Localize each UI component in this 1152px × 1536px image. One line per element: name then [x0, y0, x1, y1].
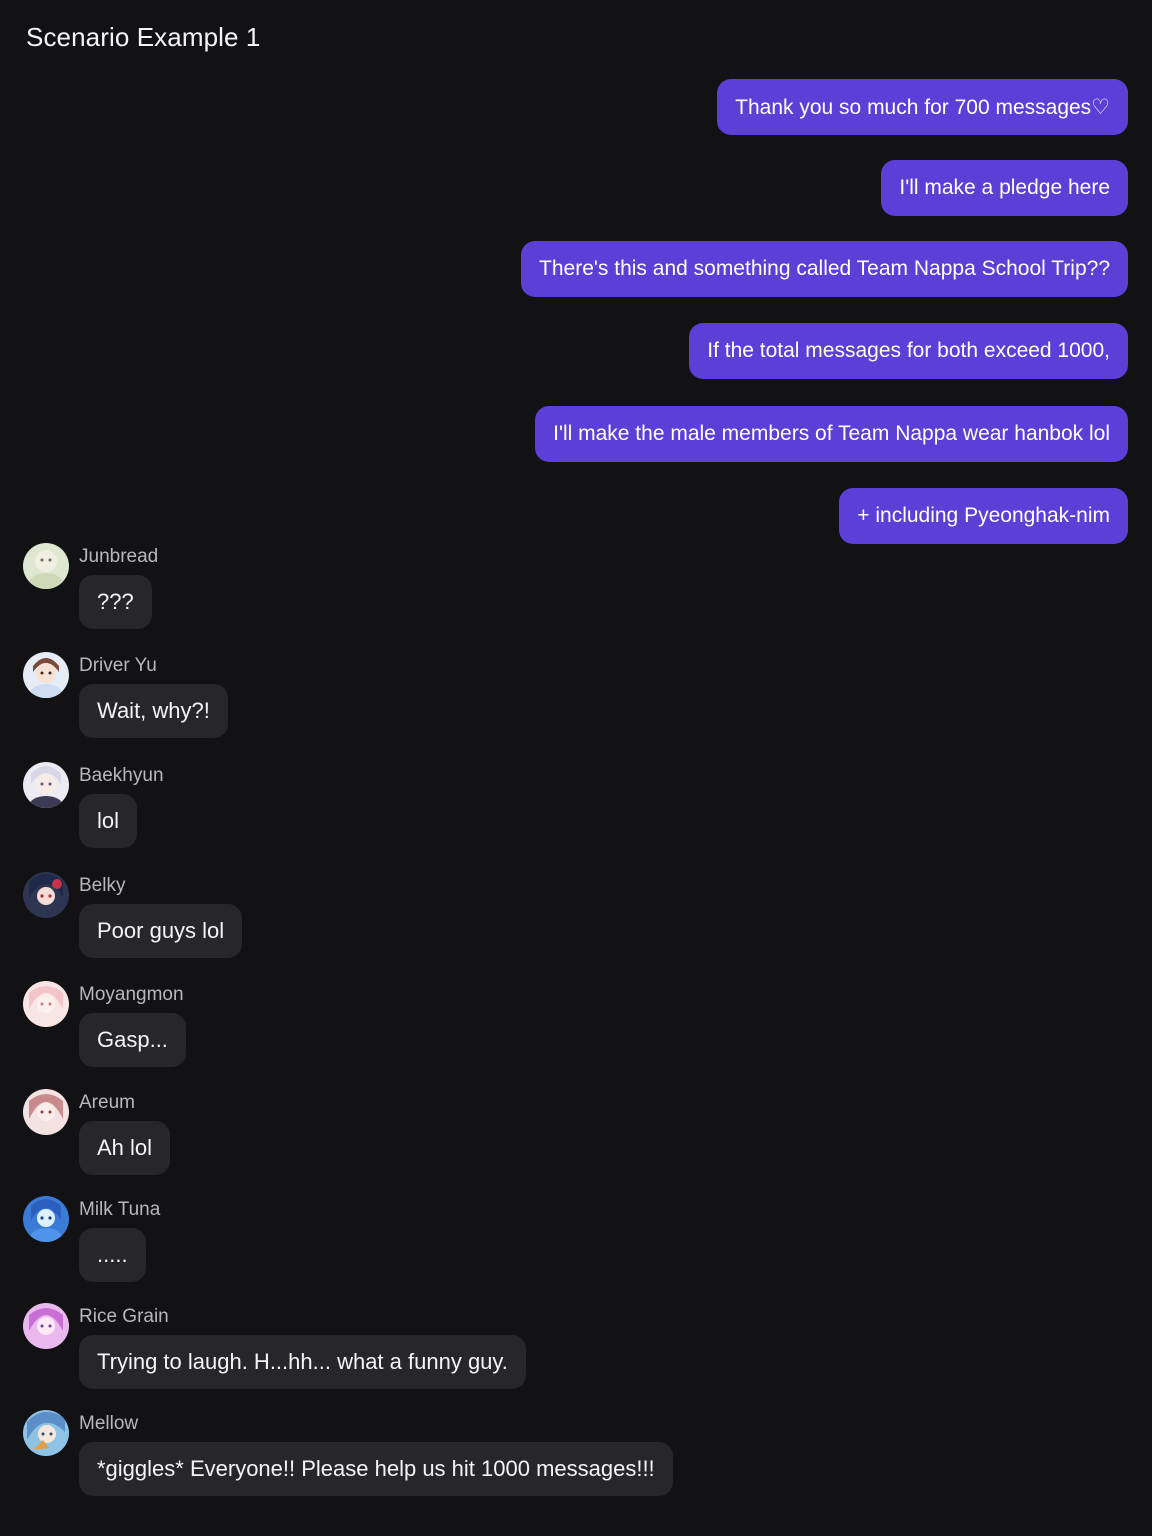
sender-name: Areum [79, 1092, 135, 1113]
message-text: There's this and something called Team N… [539, 257, 1110, 280]
incoming-message-bubble[interactable]: Poor guys lol [79, 904, 243, 958]
avatar-icon[interactable] [23, 543, 69, 589]
avatar-icon[interactable] [23, 1196, 69, 1242]
sender-name: Junbread [79, 546, 159, 567]
incoming-message: Moyangmon Gasp... [23, 981, 1123, 1081]
message-text: Gasp... [97, 1027, 168, 1052]
message-text: lol [97, 808, 120, 833]
incoming-message: Belky Poor guys lol [23, 872, 1123, 972]
incoming-message-bubble[interactable]: lol [79, 794, 138, 848]
message-text: If the total messages for both exceed 10… [707, 339, 1110, 362]
message-text: ..... [97, 1242, 128, 1267]
sender-name: Baekhyun [79, 765, 164, 786]
avatar-icon[interactable] [23, 1410, 69, 1456]
message-text: Ah lol [97, 1135, 153, 1160]
sender-name: Moyangmon [79, 984, 184, 1005]
incoming-message-bubble[interactable]: Trying to laugh. H...hh... what a funny … [79, 1335, 526, 1389]
incoming-message-bubble[interactable]: Wait, why?! [79, 684, 228, 738]
sender-name: Driver Yu [79, 655, 157, 676]
page-title: Scenario Example 1 [26, 22, 261, 52]
incoming-message-bubble[interactable]: Ah lol [79, 1121, 171, 1175]
outgoing-message-bubble[interactable]: I'll make a pledge here [881, 160, 1128, 216]
message-text: + including Pyeonghak-nim [857, 504, 1110, 527]
outgoing-message-bubble[interactable]: If the total messages for both exceed 10… [689, 323, 1128, 379]
incoming-message-bubble[interactable]: Gasp... [79, 1013, 186, 1067]
incoming-message: Milk Tuna ..... [23, 1196, 1123, 1296]
incoming-message-bubble[interactable]: *giggles* Everyone!! Please help us hit … [79, 1442, 673, 1496]
incoming-message: Rice Grain Trying to laugh. H...hh... wh… [23, 1303, 1123, 1403]
message-text: Poor guys lol [97, 918, 225, 943]
message-text: Thank you so much for 700 messages♡ [735, 95, 1110, 119]
message-text: *giggles* Everyone!! Please help us hit … [97, 1456, 655, 1481]
incoming-message-bubble[interactable]: ..... [79, 1228, 146, 1282]
sender-name: Rice Grain [79, 1306, 169, 1327]
avatar-icon[interactable] [23, 981, 69, 1027]
sender-name: Belky [79, 875, 126, 896]
outgoing-message-bubble[interactable]: There's this and something called Team N… [521, 241, 1128, 297]
avatar-icon[interactable] [23, 872, 69, 918]
sender-name: Milk Tuna [79, 1199, 161, 1220]
incoming-message: Areum Ah lol [23, 1089, 1123, 1189]
outgoing-message-bubble[interactable]: Thank you so much for 700 messages♡ [717, 79, 1128, 135]
incoming-message: Baekhyun lol [23, 762, 1123, 862]
chat-screen: Scenario Example 1 Thank you so much for… [0, 0, 1152, 1536]
message-text: I'll make the male members of Team Nappa… [553, 422, 1110, 445]
outgoing-message-bubble[interactable]: + including Pyeonghak-nim [839, 488, 1128, 544]
avatar-icon[interactable] [23, 762, 69, 808]
outgoing-message-bubble[interactable]: I'll make the male members of Team Nappa… [535, 406, 1128, 462]
message-text: Trying to laugh. H...hh... what a funny … [97, 1349, 508, 1374]
message-text: Wait, why?! [97, 698, 210, 723]
incoming-message: Driver Yu Wait, why?! [23, 652, 1123, 752]
avatar-icon[interactable] [23, 652, 69, 698]
sender-name: Mellow [79, 1413, 139, 1434]
avatar-icon[interactable] [23, 1089, 69, 1135]
message-text: I'll make a pledge here [899, 176, 1110, 199]
incoming-message: Junbread ??? [23, 543, 1123, 643]
incoming-message: Mellow *giggles* Everyone!! Please help … [23, 1410, 1123, 1510]
incoming-message-bubble[interactable]: ??? [79, 575, 152, 629]
avatar-icon[interactable] [23, 1303, 69, 1349]
message-text: ??? [97, 589, 134, 614]
